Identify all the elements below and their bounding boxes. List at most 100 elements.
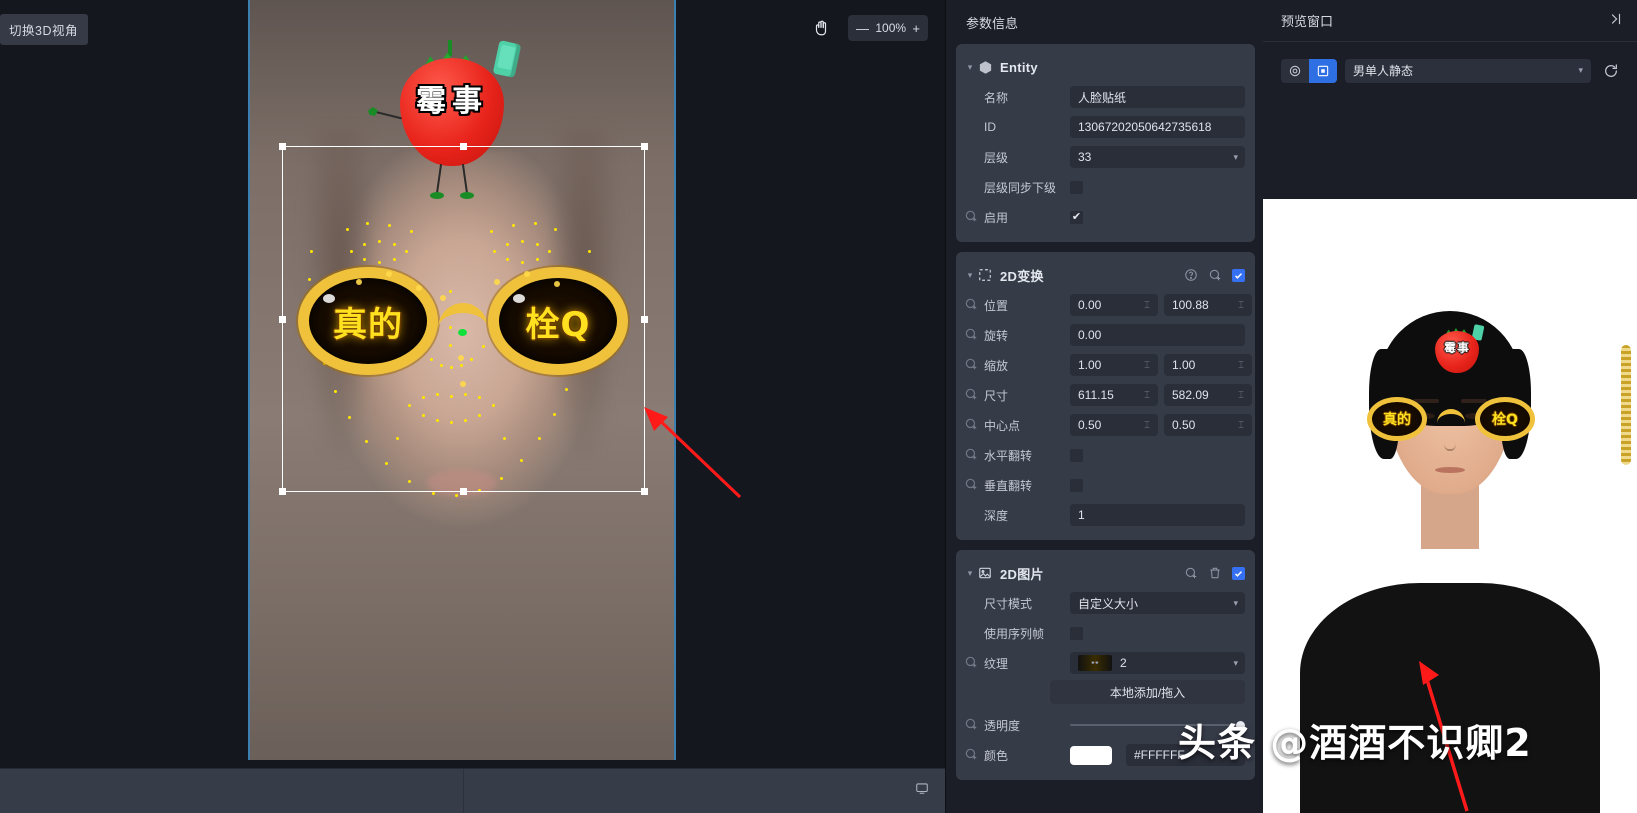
transform-flip-h-label: 水平翻转 (984, 448, 1033, 463)
entity-card-header[interactable]: ▾ Entity (956, 52, 1255, 82)
preview-toolbar: 男单人静态 ▾ (1263, 42, 1637, 99)
entity-card: ▾ Entity 名称 人脸贴纸 ID 13067202050642735618 (956, 44, 1255, 242)
camera-mode-icon[interactable] (1281, 59, 1309, 83)
preview-glasses-right-text: 栓Q (1492, 412, 1518, 428)
canvas-bottom-bar (0, 768, 945, 813)
image-texture-value: 2 (1120, 656, 1127, 670)
image-texture-select[interactable]: 👓 2 ▾ (1070, 652, 1245, 674)
reset-keyframe-icon[interactable] (1184, 566, 1198, 580)
preview-lens-right: 栓Q (1475, 397, 1535, 441)
refresh-icon[interactable] (1599, 59, 1623, 83)
resize-handle-middle-right[interactable] (641, 315, 648, 323)
resize-handle-bottom-left[interactable] (279, 488, 286, 495)
transform-size-y-input[interactable]: 582.09 ⌶ (1164, 384, 1252, 406)
keyframe-icon[interactable] (964, 209, 980, 225)
zoom-out-button[interactable]: — (856, 22, 869, 35)
glasses-bridge (438, 303, 488, 329)
transform-anchor-x-input[interactable]: 0.50 ⌶ (1070, 414, 1158, 436)
chevron-down-icon: ▾ (1233, 151, 1238, 162)
preview-strawberry-text: 霉事 (1443, 341, 1470, 355)
transform-flip-h-checkbox[interactable] (1070, 448, 1083, 462)
entity-id-label: ID (984, 120, 996, 134)
image2d-enable-checkbox[interactable] (1232, 566, 1245, 580)
transform-size-x-input[interactable]: 611.15 ⌶ (1070, 384, 1158, 406)
entity-enable-checkbox[interactable] (1070, 210, 1083, 224)
image-color-swatch[interactable] (1070, 745, 1112, 765)
entity-layer-select[interactable]: 33 ▾ (1070, 146, 1245, 168)
zoom-in-button[interactable]: + (912, 22, 920, 35)
zoom-level-value: 100% (875, 21, 907, 35)
transform-depth-input[interactable]: 1 (1070, 504, 1245, 526)
keyframe-icon[interactable] (964, 387, 980, 403)
entity-collapse-caret[interactable]: ▾ (964, 62, 976, 73)
image2d-collapse-caret[interactable]: ▾ (964, 568, 976, 579)
preview-source-select[interactable]: 男单人静态 ▾ (1345, 58, 1591, 83)
transform-rotation-input[interactable]: 0.00 (1070, 324, 1245, 346)
transform2d-card-title: 2D变换 (1000, 268, 1044, 284)
bottom-bar-icon[interactable] (915, 781, 929, 800)
keyframe-icon[interactable] (964, 447, 980, 463)
resize-handle-top-center[interactable] (460, 143, 467, 150)
preview-source-value: 男单人静态 (1353, 64, 1414, 78)
keyframe-icon[interactable] (964, 747, 980, 763)
transform2d-card-header[interactable]: ▾ 2D变换 (956, 260, 1255, 290)
entity-card-title: Entity (1000, 59, 1038, 75)
preview-panel-title: 预览窗口 (1281, 14, 1334, 29)
image-use-sequence-checkbox[interactable] (1070, 626, 1083, 640)
entity-name-input[interactable]: 人脸贴纸 (1070, 86, 1245, 108)
lock-icon: ⌶ (1238, 419, 1244, 431)
keyframe-icon[interactable] (964, 417, 980, 433)
resize-handle-middle-left[interactable] (279, 315, 286, 323)
selection-bounding-box[interactable]: 真的 栓Q (279, 143, 648, 495)
resize-handle-top-right[interactable] (641, 143, 648, 150)
local-add-drop-button[interactable]: 本地添加/拖入 (1050, 680, 1245, 704)
reset-keyframe-icon[interactable] (1208, 268, 1222, 282)
preview-mode-segment[interactable] (1281, 58, 1337, 83)
lock-icon: ⌶ (1144, 389, 1150, 401)
entity-layer-row: 层级 33 ▾ (956, 142, 1255, 172)
edit-stage[interactable]: 霉事 真的 栓Q (248, 0, 676, 760)
strawberry-stem (448, 40, 452, 56)
keyframe-icon[interactable] (964, 655, 980, 671)
keyframe-icon[interactable] (964, 717, 980, 733)
hand-pan-tool-icon[interactable] (808, 15, 834, 41)
image-mode-icon[interactable] (1309, 58, 1337, 83)
transform-scale-x-input[interactable]: 1.00 ⌶ (1070, 354, 1158, 376)
transform-flip-v-checkbox[interactable] (1070, 478, 1083, 492)
transform-flip-h-row: 水平翻转 (956, 440, 1255, 470)
preview-panel: 预览窗口 男单人静态 ▾ 霉事 真的 栓Q (1263, 0, 1637, 813)
help-icon[interactable] (1184, 268, 1198, 282)
zoom-control[interactable]: — 100% + (848, 15, 928, 41)
switch-3d-view-button[interactable]: 切换3D视角 (0, 14, 88, 45)
transform-anchor-y-input[interactable]: 0.50 ⌶ (1164, 414, 1252, 436)
transform2d-enable-checkbox[interactable] (1232, 268, 1245, 282)
canvas-area: 切换3D视角 — 100% + 霉事 真的 栓Q (0, 0, 945, 813)
image2d-card-title: 2D图片 (1000, 566, 1044, 582)
blank-icon (964, 149, 980, 165)
transform-scale-y-input[interactable]: 1.00 ⌶ (1164, 354, 1252, 376)
watermark-text: 头条 @酒酒不识卿2 (1178, 721, 1532, 765)
entity-id-input[interactable]: 13067202050642735618 (1070, 116, 1245, 138)
lock-icon: ⌶ (1238, 389, 1244, 401)
keyframe-icon[interactable] (964, 357, 980, 373)
entity-layer-sync-checkbox[interactable] (1070, 180, 1083, 194)
sticker-glasses[interactable]: 真的 栓Q (298, 267, 628, 387)
lock-icon: ⌶ (1238, 359, 1244, 371)
image2d-card-header[interactable]: ▾ 2D图片 (956, 558, 1255, 588)
image-size-mode-select[interactable]: 自定义大小 ▾ (1070, 592, 1245, 614)
transform-size-label: 尺寸 (984, 388, 1009, 403)
collapse-right-icon[interactable] (1609, 12, 1623, 29)
transform-position-y-input[interactable]: 100.88 ⌶ (1164, 294, 1252, 316)
image-size-mode-row: 尺寸模式 自定义大小 ▾ (956, 588, 1255, 618)
transform2d-collapse-caret[interactable]: ▾ (964, 270, 976, 281)
delete-icon[interactable] (1208, 566, 1222, 580)
resize-handle-top-left[interactable] (279, 143, 286, 150)
transform-position-x-input[interactable]: 0.00 ⌶ (1070, 294, 1158, 316)
image-color-label: 颜色 (984, 748, 1009, 763)
keyframe-icon[interactable] (964, 297, 980, 313)
resize-handle-bottom-center[interactable] (460, 488, 467, 495)
keyframe-icon[interactable] (964, 477, 980, 493)
keyframe-icon[interactable] (964, 327, 980, 343)
image-use-sequence-label: 使用序列帧 (984, 626, 1045, 641)
preview-sticker-strawberry: 霉事 (1429, 317, 1485, 383)
